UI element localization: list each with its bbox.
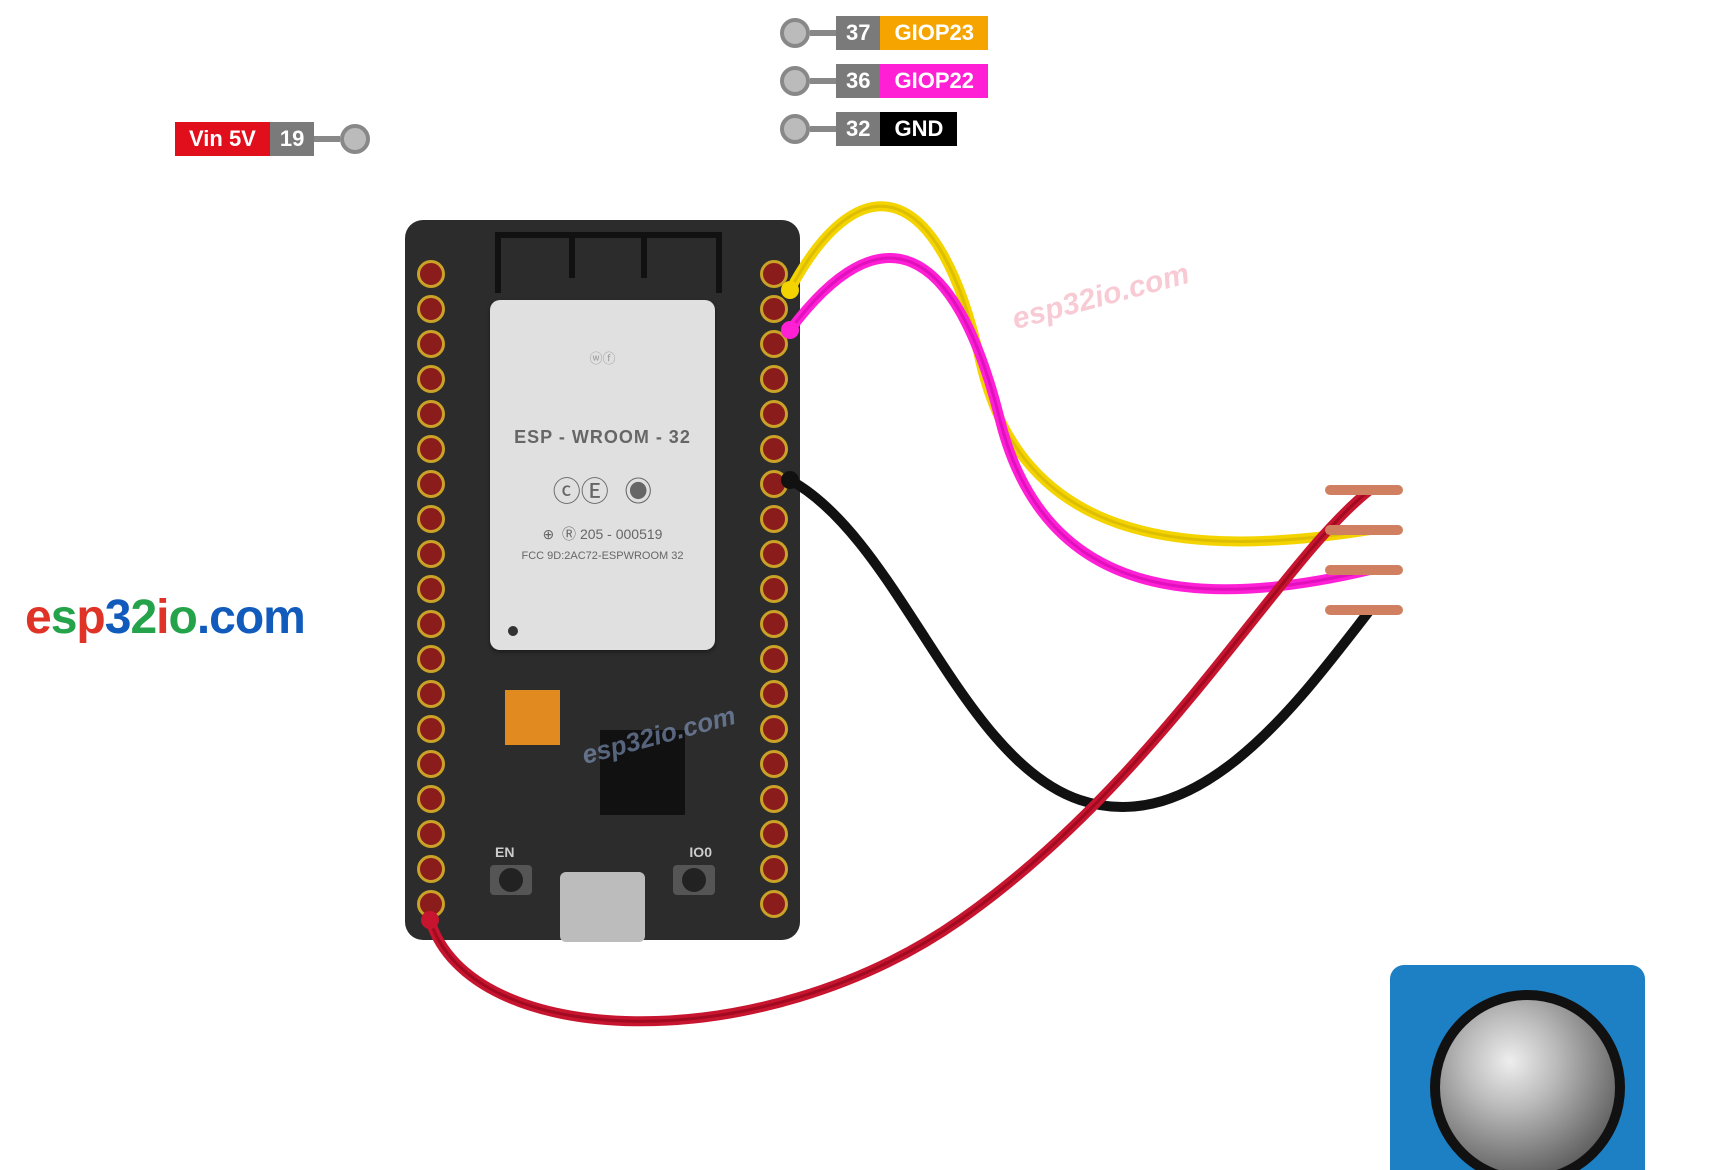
io0-button-label: IO0 bbox=[689, 844, 712, 860]
legend-gpio22-pinnum: 36 bbox=[836, 64, 880, 98]
board-pinhole bbox=[760, 295, 788, 323]
legend-vin-name: Vin 5V bbox=[175, 122, 270, 156]
capacitor-icon bbox=[505, 690, 560, 745]
legend-tick bbox=[810, 126, 836, 132]
legend-tick bbox=[810, 30, 836, 36]
board-pinhole bbox=[760, 785, 788, 813]
legend-vin-pinnum: 19 bbox=[270, 122, 314, 156]
board-pinhole bbox=[760, 715, 788, 743]
legend-dot bbox=[780, 66, 810, 96]
board-pinhole bbox=[417, 750, 445, 778]
chip-fcc-label: FCC 9D:2AC72-ESPWROOM 32 bbox=[490, 550, 715, 562]
board-pinhole bbox=[417, 715, 445, 743]
legend-gpio22-name: GIOP22 bbox=[880, 64, 987, 98]
legend-gnd: 32 GND bbox=[780, 110, 988, 148]
board-pinhole bbox=[417, 680, 445, 708]
board-pinhole bbox=[760, 610, 788, 638]
legend-gpio23-name: GIOP23 bbox=[880, 16, 987, 50]
board-pinhole bbox=[417, 365, 445, 393]
board-pinhole bbox=[417, 785, 445, 813]
io0-button bbox=[673, 865, 715, 895]
site-logo: esp32io.com bbox=[25, 590, 305, 645]
board-pinhole bbox=[760, 260, 788, 288]
legend-vin: Vin 5V 19 bbox=[175, 120, 370, 158]
board-pinhole bbox=[417, 505, 445, 533]
board-pinhole bbox=[417, 540, 445, 568]
board-pinhole bbox=[417, 820, 445, 848]
legend-gnd-pinnum: 32 bbox=[836, 112, 880, 146]
legend-gpio23: 37 GIOP23 bbox=[780, 14, 988, 52]
board-pinhole bbox=[417, 610, 445, 638]
board-pinhole bbox=[417, 330, 445, 358]
board-pinhole bbox=[417, 260, 445, 288]
chip-cert-label: 205 - 000519 bbox=[580, 526, 663, 542]
board-pinhole bbox=[760, 575, 788, 603]
hcsr04-sensor: ◗DIYables HC-SR04 Vcc Trig Echo Gnd bbox=[1390, 965, 1645, 1170]
ultrasonic-transducer-icon bbox=[1430, 990, 1625, 1170]
wire-trig bbox=[790, 206, 1370, 541]
board-pinhole bbox=[417, 645, 445, 673]
board-pinhole bbox=[760, 365, 788, 393]
legend-stack: 37 GIOP23 36 GIOP22 32 GND bbox=[780, 14, 988, 148]
en-button bbox=[490, 865, 532, 895]
board-pinhole bbox=[760, 435, 788, 463]
board-pinhole bbox=[760, 645, 788, 673]
legend-gpio22: 36 GIOP22 bbox=[780, 62, 988, 100]
board-pinhole bbox=[760, 750, 788, 778]
board-pinhole bbox=[417, 435, 445, 463]
legend-gpio23-pinnum: 37 bbox=[836, 16, 880, 50]
board-pinhole bbox=[417, 855, 445, 883]
board-pinhole bbox=[417, 400, 445, 428]
board-pinhole bbox=[760, 470, 788, 498]
board-pinhole bbox=[760, 540, 788, 568]
board-pinhole bbox=[760, 890, 788, 918]
legend-tick bbox=[810, 78, 836, 84]
usb-port-icon bbox=[560, 872, 645, 942]
legend-dot bbox=[340, 124, 370, 154]
wire-gnd bbox=[790, 480, 1370, 807]
esp32-chip-can: ⓦⓕ ESP - WROOM - 32 ⓒⒺ ◉ ⊕ Ⓡ 205 - 00051… bbox=[490, 300, 715, 650]
en-button-label: EN bbox=[495, 844, 514, 860]
board-pinhole bbox=[760, 680, 788, 708]
wifi-antenna bbox=[495, 232, 722, 293]
legend-tick bbox=[314, 136, 340, 142]
board-pinhole bbox=[417, 890, 445, 918]
board-pinhole bbox=[417, 575, 445, 603]
board-pinhole bbox=[417, 470, 445, 498]
board-pinhole bbox=[760, 400, 788, 428]
board-pinhole bbox=[760, 820, 788, 848]
legend-dot bbox=[780, 18, 810, 48]
esp32-board: ⓦⓕ ESP - WROOM - 32 ⓒⒺ ◉ ⊕ Ⓡ 205 - 00051… bbox=[405, 220, 800, 940]
watermark: esp32io.com bbox=[1009, 257, 1193, 337]
legend-gnd-name: GND bbox=[880, 112, 957, 146]
board-pinhole bbox=[760, 505, 788, 533]
board-pinhole bbox=[760, 855, 788, 883]
legend-dot bbox=[780, 114, 810, 144]
chip-model-label: ESP - WROOM - 32 bbox=[490, 427, 715, 448]
board-pinhole bbox=[760, 330, 788, 358]
board-pinhole bbox=[417, 295, 445, 323]
